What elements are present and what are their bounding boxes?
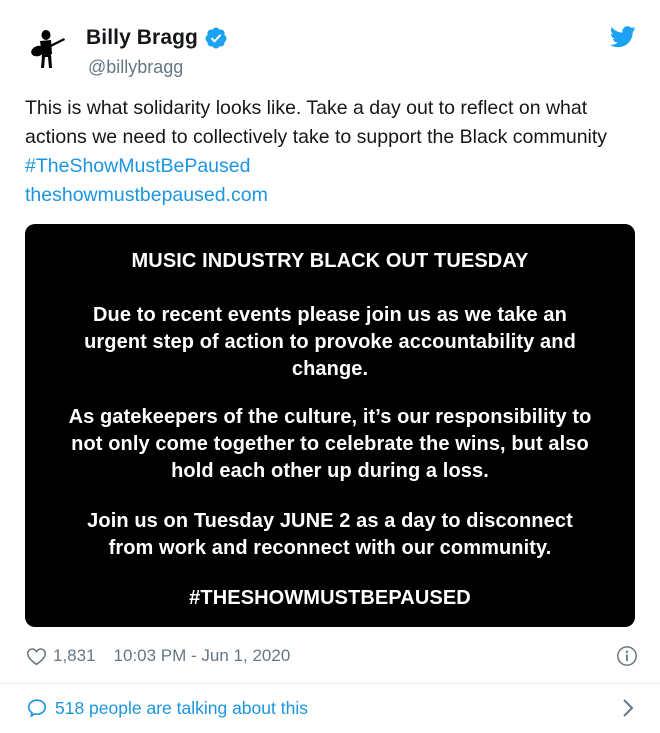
- media-paragraph-3-line-2: from work and reconnect with our communi…: [108, 537, 552, 559]
- guitarist-silhouette-icon: [31, 30, 65, 68]
- display-name[interactable]: Billy Bragg: [86, 26, 198, 50]
- verified-badge-icon: [205, 27, 227, 49]
- media-paragraph-1-line-3: change.: [291, 358, 369, 380]
- tweet-text-plain: This is what solidarity looks like. Take…: [25, 97, 608, 148]
- heart-icon: [26, 648, 47, 666]
- tweet-meta: 1,831 10:03 PM - Jun 1, 2020: [26, 642, 638, 670]
- website-link[interactable]: theshowmustbepaused.com: [25, 184, 268, 206]
- conversation-link[interactable]: 518 people are talking about this: [26, 694, 638, 722]
- media-paragraph-2-line-2: not only come together to celebrate the …: [71, 433, 589, 455]
- chevron-right-icon: [623, 699, 634, 717]
- embedded-tweet: Billy Bragg @billybragg This is what sol…: [0, 0, 660, 733]
- twitter-bird-icon[interactable]: [610, 26, 636, 48]
- tweet-text: This is what solidarity looks like. Take…: [25, 94, 635, 210]
- info-icon[interactable]: [616, 645, 638, 667]
- media-paragraph-1-line-1: Due to recent events please join us as w…: [93, 304, 567, 326]
- avatar[interactable]: [24, 24, 72, 72]
- media-paragraph-2-line-1: As gatekeepers of the culture, it’s our …: [68, 406, 592, 428]
- media-paragraph-3-line-1: Join us on Tuesday JUNE 2 as a day to di…: [87, 510, 573, 532]
- media-paragraph-1-line-2: urgent step of action to provoke account…: [84, 331, 576, 353]
- user-handle[interactable]: @billybragg: [88, 57, 183, 78]
- tweet-media-image[interactable]: MUSIC INDUSTRY BLACK OUT TUESDAY Due to …: [25, 224, 635, 627]
- media-hashtag: #THESHOWMUSTBEPAUSED: [189, 587, 471, 609]
- like-button[interactable]: 1,831: [26, 646, 96, 666]
- hashtag-link[interactable]: #TheShowMustBePaused: [25, 155, 250, 177]
- tweet-header: Billy Bragg @billybragg: [0, 0, 660, 90]
- conversation-label: 518 people are talking about this: [55, 697, 308, 718]
- name-row: Billy Bragg: [86, 26, 228, 50]
- like-count: 1,831: [53, 646, 96, 665]
- media-title: MUSIC INDUSTRY BLACK OUT TUESDAY: [131, 250, 529, 272]
- media-paragraph-2-line-3: hold each other up during a loss.: [171, 460, 489, 482]
- divider: [0, 683, 660, 684]
- timestamp[interactable]: 10:03 PM - Jun 1, 2020: [114, 646, 291, 666]
- speech-bubble-icon: [27, 699, 47, 718]
